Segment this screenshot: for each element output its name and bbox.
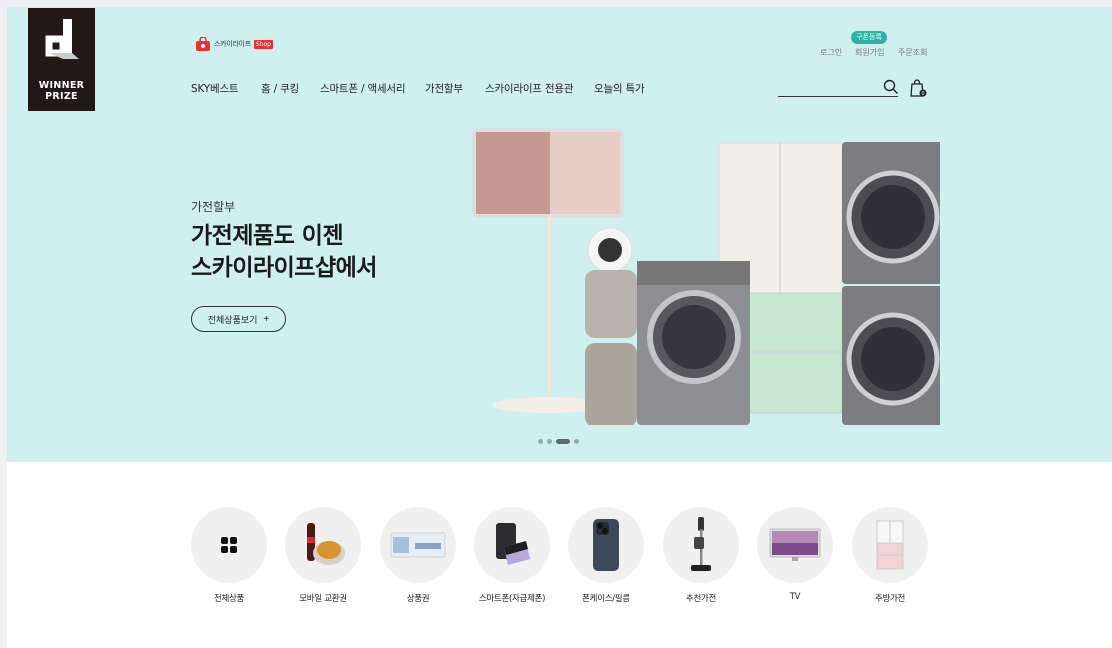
- category-circle: [852, 507, 928, 583]
- nav-home-cooking[interactable]: 홈 / 쿠킹: [261, 81, 299, 96]
- category-label: 추천가전: [685, 594, 717, 604]
- hero-category: 가전할부: [191, 200, 236, 214]
- winner-prize-badge: WINNER PRIZE: [28, 8, 95, 111]
- hero-title-line2: 스카이라이프샵에서: [191, 255, 377, 281]
- search-icon[interactable]: [883, 79, 899, 95]
- tv-icon: [769, 528, 821, 561]
- carousel-dot-1[interactable]: [538, 439, 543, 444]
- category-circle: [757, 507, 833, 583]
- category-circle: [285, 507, 361, 583]
- category-gift-card[interactable]: 상품권: [380, 507, 456, 604]
- logo-text: 스카이라이프: [214, 40, 251, 48]
- hero-banner: WINNER PRIZE 스카이라이프 Shop 구폰등록 로그인 회원가입 주…: [7, 7, 1112, 462]
- cart-count: 0: [921, 91, 924, 97]
- carousel-dot-3-active[interactable]: [556, 439, 570, 444]
- shopping-bag-logo-icon: [196, 37, 210, 51]
- category-label: 전체상품: [213, 594, 245, 604]
- category-circle: [191, 507, 267, 583]
- nav-smartphone-accessory[interactable]: 스마트폰 / 액세서리: [320, 81, 405, 96]
- hero-product-image: [472, 128, 940, 425]
- logo-shop-tag: Shop: [253, 39, 273, 49]
- nav-sky-best[interactable]: SKY베스트: [191, 81, 239, 96]
- category-recommended-appliance[interactable]: 추천가전: [663, 507, 739, 604]
- category-label: 스마트폰(자급제폰): [478, 594, 546, 604]
- skylife-shop-logo[interactable]: 스카이라이프 Shop: [195, 37, 273, 51]
- category-circle: [380, 507, 456, 583]
- badge-line2: PRIZE: [45, 91, 78, 102]
- hero-title-line1: 가전제품도 이젠: [191, 223, 344, 249]
- carousel-pagination: [538, 439, 579, 444]
- category-circle: [663, 507, 739, 583]
- cart-icon[interactable]: 0: [908, 78, 928, 98]
- order-lookup-link[interactable]: 주문조회: [898, 47, 927, 58]
- chicken-cola-icon: [307, 523, 345, 565]
- login-link[interactable]: 로그인: [820, 47, 842, 58]
- washer-dryer-tower-image: [842, 142, 940, 425]
- coupon-register-badge[interactable]: 구폰등록: [851, 31, 887, 44]
- nav-skylife-exclusive[interactable]: 스카이라이프 전용관: [485, 81, 573, 96]
- category-label: 모바일 교환권: [299, 594, 347, 604]
- page: WINNER PRIZE 스카이라이프 Shop 구폰등록 로그인 회원가입 주…: [7, 7, 1112, 648]
- fridge-icon: [876, 520, 904, 570]
- grid-icon: [221, 537, 237, 553]
- category-kitchen-appliance[interactable]: 주방가전: [852, 507, 928, 604]
- search-input[interactable]: [778, 96, 898, 97]
- foldable-phone-icon: [496, 523, 530, 565]
- category-smartphone[interactable]: 스마트폰(자급제폰): [474, 507, 550, 604]
- category-circle: [568, 507, 644, 583]
- category-label: 폰케이스/필름: [582, 594, 630, 604]
- plus-icon: +: [263, 313, 270, 325]
- washer-image: [637, 261, 750, 425]
- category-tv[interactable]: TV: [757, 507, 833, 602]
- category-label: 주방가전: [874, 594, 906, 604]
- category-phone-case[interactable]: 폰케이스/필름: [568, 507, 644, 604]
- view-all-products-button[interactable]: 전체상품보기 +: [191, 306, 286, 332]
- category-circle: [474, 507, 550, 583]
- winner-prize-logo-icon: [45, 19, 79, 59]
- air-purifier-image: [585, 227, 637, 425]
- badge-line1: WINNER: [38, 80, 85, 91]
- category-all-products[interactable]: 전체상품: [191, 507, 267, 604]
- category-label: 상품권: [406, 594, 430, 604]
- nav-today-deal[interactable]: 오늘의 특가: [594, 81, 645, 96]
- phone-case-icon: [593, 519, 619, 571]
- carousel-dot-2[interactable]: [547, 439, 552, 444]
- category-mobile-voucher[interactable]: 모바일 교환권: [285, 507, 361, 604]
- category-label: TV: [789, 592, 801, 602]
- signup-link[interactable]: 회원가입: [855, 47, 884, 58]
- gift-voucher-icon: [390, 532, 446, 558]
- nav-appliance-installment[interactable]: 가전할부: [425, 81, 463, 96]
- hero-title: 가전제품도 이젠 스카이라이프샵에서: [191, 220, 377, 284]
- carousel-dot-4[interactable]: [574, 439, 579, 444]
- stick-vacuum-icon: [691, 517, 711, 571]
- view-all-products-label: 전체상품보기: [207, 314, 258, 325]
